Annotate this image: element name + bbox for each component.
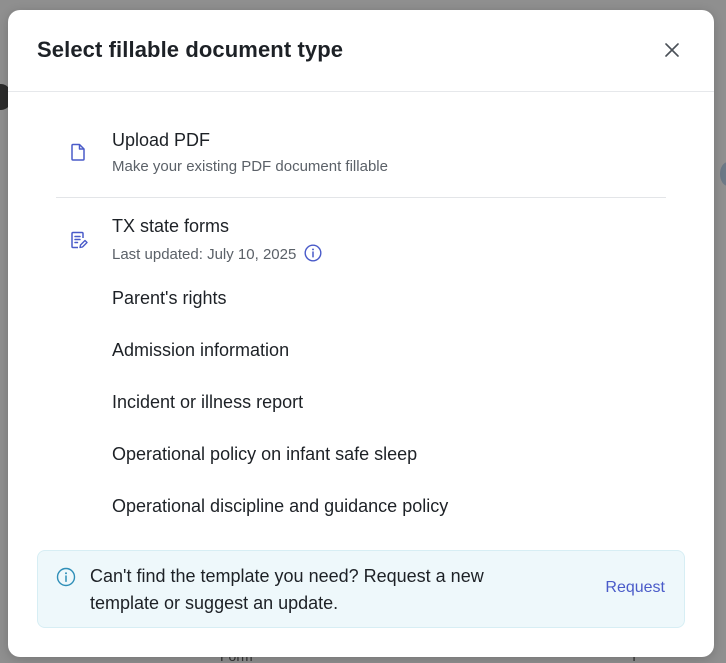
- info-icon: [304, 244, 322, 262]
- banner-message: Can't find the template you need? Reques…: [90, 566, 484, 613]
- state-forms-section: TX state forms Last updated: July 10, 20…: [56, 214, 666, 274]
- info-icon: [56, 567, 76, 587]
- upload-pdf-subtitle: Make your existing PDF document fillable: [112, 158, 388, 175]
- document-icon: [71, 143, 85, 161]
- form-item-incident-report[interactable]: Incident or illness report: [112, 386, 448, 438]
- background-avatar-right: [720, 162, 726, 186]
- close-button[interactable]: [660, 38, 684, 62]
- modal-header: Select fillable document type: [8, 10, 714, 92]
- request-link[interactable]: Request: [605, 579, 665, 597]
- info-button[interactable]: [304, 244, 322, 262]
- state-forms-title: TX state forms: [112, 216, 230, 236]
- modal-title: Select fillable document type: [37, 37, 344, 62]
- form-item-parents-rights[interactable]: Parent's rights: [112, 282, 448, 334]
- form-item-discipline-policy[interactable]: Operational discipline and guidance poli…: [112, 490, 448, 542]
- document-type-modal: Select fillable document type Upload PDF…: [8, 10, 714, 657]
- form-item-admission-information[interactable]: Admission information: [112, 334, 448, 386]
- edit-document-icon: [71, 231, 88, 249]
- state-forms-updated: Last updated: July 10, 2025: [112, 244, 322, 263]
- last-updated-text: Last updated: July 10, 2025: [112, 246, 297, 263]
- state-forms-list: Parent's rights Admission information In…: [112, 282, 448, 542]
- request-template-banner: Can't find the template you need? Reques…: [37, 550, 685, 628]
- close-icon: [665, 43, 679, 57]
- upload-pdf-option[interactable]: Upload PDF Make your existing PDF docume…: [56, 128, 666, 198]
- upload-pdf-title: Upload PDF: [112, 130, 211, 150]
- form-item-infant-safe-sleep[interactable]: Operational policy on infant safe sleep: [112, 438, 448, 490]
